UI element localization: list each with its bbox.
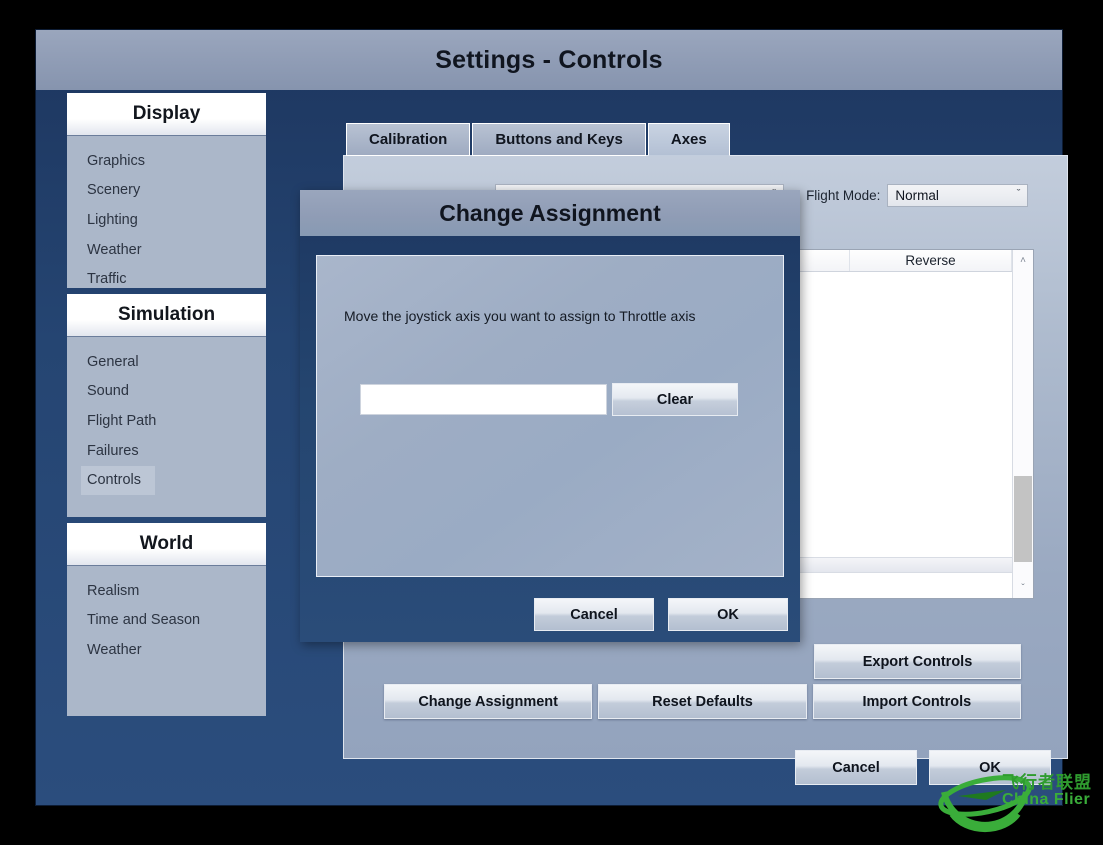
tab-calibration[interactable]: Calibration (346, 123, 470, 156)
title-bar: Settings - Controls (36, 30, 1062, 90)
footer-button-row: Cancel OK (795, 750, 1051, 785)
scroll-down-icon[interactable]: ˇ (1013, 578, 1033, 598)
sidebar: Display Graphics Scenery Lighting Weathe… (67, 93, 266, 722)
flight-mode-label: Flight Mode: (806, 188, 880, 203)
sidebar-item-time-and-season[interactable]: Time and Season (67, 606, 266, 636)
sidebar-header-world: World (67, 523, 266, 566)
sidebar-item-realism[interactable]: Realism (67, 576, 266, 606)
chevron-down-icon: ˇ (1017, 189, 1021, 200)
sidebar-header-display: Display (67, 93, 266, 136)
flight-mode-select[interactable]: Normal ˇ (887, 184, 1028, 207)
dialog-title: Change Assignment (439, 200, 661, 227)
sidebar-item-flight-path[interactable]: Flight Path (67, 406, 266, 436)
sidebar-item-lighting[interactable]: Lighting (67, 205, 266, 235)
sidebar-item-weather[interactable]: Weather (67, 235, 266, 265)
flight-mode-value: Normal (895, 188, 939, 203)
export-controls-button[interactable]: Export Controls (814, 644, 1021, 679)
page-title: Settings - Controls (435, 46, 662, 75)
import-controls-button[interactable]: Import Controls (813, 684, 1021, 719)
tab-strip: Calibration Buttons and Keys Axes (346, 123, 730, 156)
sidebar-item-failures[interactable]: Failures (67, 436, 266, 466)
sidebar-group-world: World Realism Time and Season Weather (67, 523, 266, 716)
sidebar-group-display: Display Graphics Scenery Lighting Weathe… (67, 93, 266, 288)
footer-cancel-button[interactable]: Cancel (795, 750, 917, 785)
scrollbar-thumb[interactable] (1014, 476, 1032, 562)
clear-button[interactable]: Clear (612, 383, 738, 416)
sidebar-item-traffic[interactable]: Traffic (67, 265, 266, 295)
dialog-title-bar: Change Assignment (300, 190, 800, 236)
sidebar-item-controls[interactable]: Controls (81, 466, 155, 496)
sidebar-item-graphics[interactable]: Graphics (67, 146, 266, 176)
dialog-cancel-button[interactable]: Cancel (534, 598, 654, 631)
sidebar-item-scenery[interactable]: Scenery (67, 176, 266, 206)
assignment-input[interactable] (360, 384, 607, 415)
sidebar-header-simulation: Simulation (67, 294, 266, 337)
dialog-body-panel (316, 255, 784, 577)
controls-button-row: Change Assignment Reset Defaults Import … (384, 684, 1021, 719)
tab-axes[interactable]: Axes (648, 123, 730, 156)
sidebar-item-general[interactable]: General (67, 347, 266, 377)
dialog-instruction-text: Move the joystick axis you want to assig… (344, 308, 695, 324)
dialog-ok-button[interactable]: OK (668, 598, 788, 631)
vertical-scrollbar[interactable]: ˄ ˇ (1012, 250, 1033, 598)
dialog-button-row: Cancel OK (534, 598, 788, 631)
change-assignment-button[interactable]: Change Assignment (384, 684, 592, 719)
footer-ok-button[interactable]: OK (929, 750, 1051, 785)
reset-defaults-button[interactable]: Reset Defaults (598, 684, 806, 719)
screen: Settings - Controls Display Graphics Sce… (0, 0, 1103, 840)
sidebar-item-weather-world[interactable]: Weather (67, 635, 266, 665)
sidebar-list-simulation: General Sound Flight Path Failures Contr… (67, 337, 266, 517)
sidebar-list-world: Realism Time and Season Weather (67, 566, 266, 716)
tab-buttons-and-keys[interactable]: Buttons and Keys (472, 123, 646, 156)
sidebar-group-simulation: Simulation General Sound Flight Path Fai… (67, 294, 266, 517)
sidebar-item-sound[interactable]: Sound (67, 377, 266, 407)
scroll-up-icon[interactable]: ˄ (1013, 250, 1033, 270)
sidebar-list-display: Graphics Scenery Lighting Weather Traffi… (67, 136, 266, 288)
column-header-reverse: Reverse (850, 250, 1012, 271)
change-assignment-dialog: Change Assignment Move the joystick axis… (300, 190, 800, 642)
